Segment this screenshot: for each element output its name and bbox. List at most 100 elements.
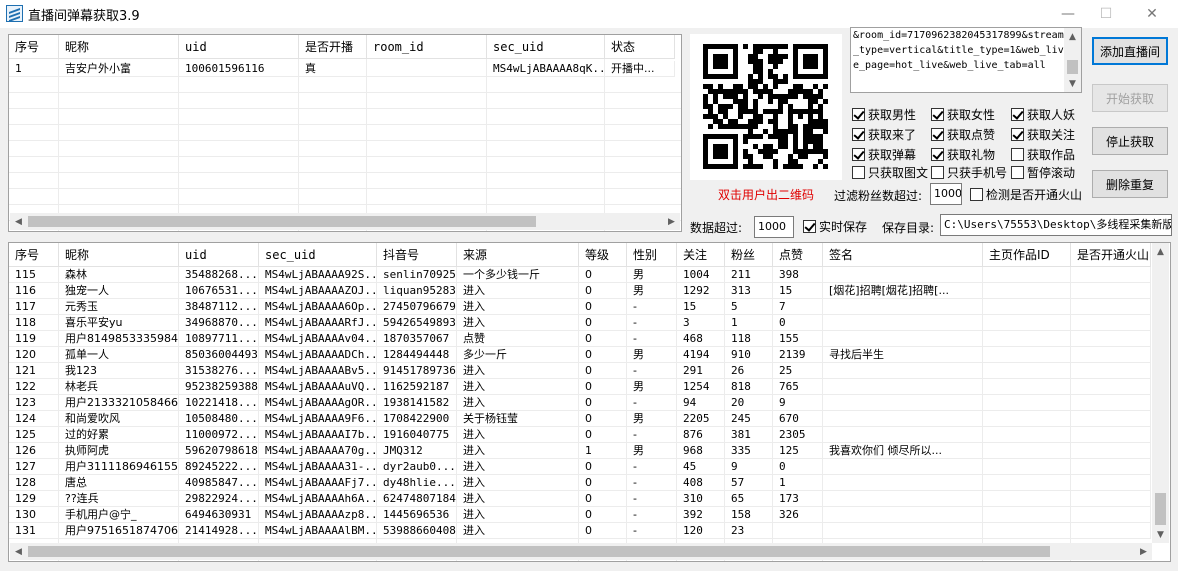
option-checkbox[interactable]: 获取来了 <box>852 126 916 142</box>
scroll-down-icon[interactable]: ▼ <box>1152 526 1169 543</box>
column-header[interactable]: 序号 <box>9 243 59 267</box>
option-checkbox[interactable]: 只获手机号 <box>931 164 1007 180</box>
column-header[interactable]: 昵称 <box>59 35 179 59</box>
realtime-save-checkbox[interactable]: 实时保存 <box>803 218 867 234</box>
column-header[interactable]: 点赞 <box>773 243 823 267</box>
table-row[interactable]: 118 喜乐平安yu 34968870... MS4wLjABAAAARfJ... 59… <box>9 315 1170 331</box>
scroll-up-icon[interactable]: ▲ <box>1152 243 1169 260</box>
qr-module <box>768 134 773 139</box>
add-room-button[interactable]: 添加直播间 <box>1092 37 1168 65</box>
room-url-textbox[interactable]: &room_id=7170962382045317899&stream_type… <box>850 27 1082 93</box>
checkbox-box[interactable] <box>931 107 944 121</box>
table-row[interactable]: 119 用户8149853335984 10897711... MS4wLjABAAA… <box>9 331 1170 347</box>
option-checkbox[interactable]: 暂停滚动 <box>1011 164 1075 180</box>
table-cell: - <box>627 315 677 331</box>
column-header[interactable]: 是否开通火山 <box>1071 243 1151 267</box>
option-checkbox[interactable]: 获取点赞 <box>931 126 995 142</box>
scroll-left-icon[interactable]: ◀ <box>10 543 27 560</box>
checkbox-box[interactable] <box>852 147 865 161</box>
table-row[interactable]: 115 森林 35488268... MS4wLjABAAAA92S... senlin… <box>9 267 1170 283</box>
table-row[interactable]: 120 孤单一人 85036004493 MS4wLjABAAAADCh... 1284… <box>9 347 1170 363</box>
column-header[interactable]: 昵称 <box>59 243 179 267</box>
table-row[interactable]: 129 ??连兵 29822924... MS4wLjABAAAAh6A... 6247… <box>9 491 1170 507</box>
column-header[interactable]: 是否开播 <box>299 35 367 59</box>
column-header[interactable]: 状态 <box>605 35 675 59</box>
column-header[interactable]: sec_uid <box>487 35 605 59</box>
checkbox-box[interactable] <box>1011 107 1024 121</box>
column-header[interactable]: 来源 <box>457 243 579 267</box>
column-header[interactable]: sec_uid <box>259 243 377 267</box>
table-cell <box>983 427 1071 443</box>
column-header[interactable]: uid <box>179 243 259 267</box>
table-row[interactable]: 126 执师阿虎 59620798618 MS4wLjABAAAA70g... JMQ3… <box>9 443 1170 459</box>
rooms-horizontal-scrollbar[interactable]: ◀ ▶ <box>10 213 680 230</box>
option-checkbox[interactable]: 获取弹幕 <box>852 146 916 162</box>
option-checkbox[interactable]: 获取关注 <box>1011 126 1075 142</box>
url-vertical-scrollbar[interactable]: ▲ ▼ <box>1064 28 1081 92</box>
fans-filter-input[interactable]: 1000 <box>930 183 962 205</box>
data-limit-input[interactable]: 1000 <box>754 216 794 238</box>
checkbox-box[interactable] <box>1011 165 1024 179</box>
table-row[interactable]: 116 独宠一人 10676531... MS4wLjABAAAAZOJ... liqu… <box>9 283 1170 299</box>
table-row[interactable]: 123 用户2133321058466 10221418... MS4wLjABAAA… <box>9 395 1170 411</box>
scrollbar-thumb[interactable] <box>1155 493 1166 525</box>
qr-code[interactable] <box>690 34 842 180</box>
table-row[interactable]: 130 手机用户@宁_ 6494630931 MS4wLjABAAAAzp8... 14… <box>9 507 1170 523</box>
checkbox-box[interactable] <box>931 127 944 141</box>
table-cell: - <box>627 507 677 523</box>
checkbox-box[interactable] <box>931 165 944 179</box>
column-header[interactable]: 抖音号 <box>377 243 457 267</box>
users-horizontal-scrollbar[interactable]: ◀ ▶ <box>10 543 1152 560</box>
column-header[interactable]: 粉丝 <box>725 243 773 267</box>
checkbox-box[interactable] <box>931 147 944 161</box>
table-row[interactable]: 124 和尚爱吹风 10508480... MS4wLjABAAAA9F6... 170… <box>9 411 1170 427</box>
rooms-table[interactable]: 序号 昵称 uid 是否开播 room_id sec_uid 状态 1 吉安户外小富 10060… <box>8 34 682 232</box>
table-cell: 我喜欢你们 倾尽所以... <box>823 443 983 459</box>
option-checkbox[interactable]: 获取男性 <box>852 106 916 122</box>
save-dir-input[interactable]: C:\Users\75553\Desktop\多线程采集新版3 <box>940 214 1172 236</box>
table-row[interactable]: 1 吉安户外小富 100601596116 真 MS4wLjABAAAA8qK... 开播… <box>9 61 681 77</box>
option-checkbox[interactable]: 获取作品 <box>1011 146 1075 162</box>
column-header[interactable]: 性别 <box>627 243 677 267</box>
checkbox-box[interactable] <box>970 187 983 201</box>
close-icon[interactable]: ✕ <box>1130 0 1174 28</box>
scroll-left-icon[interactable]: ◀ <box>10 213 27 230</box>
option-checkbox[interactable]: 获取人妖 <box>1011 106 1075 122</box>
column-header[interactable]: 主页作品ID <box>983 243 1071 267</box>
users-table[interactable]: 序号 昵称 uid sec_uid 抖音号 来源 等级 性别 关注 粉丝 点赞 签名 主页作品ID 是否开… <box>8 242 1171 562</box>
option-checkbox[interactable]: 只获取图文 <box>852 164 928 180</box>
column-header[interactable]: 等级 <box>579 243 627 267</box>
column-header[interactable]: 序号 <box>9 35 59 59</box>
stop-button[interactable]: 停止获取 <box>1092 127 1168 155</box>
checkbox-box[interactable] <box>803 219 816 233</box>
checkbox-box[interactable] <box>852 107 865 121</box>
users-vertical-scrollbar[interactable]: ▲ ▼ <box>1152 243 1169 543</box>
delete-duplicates-button[interactable]: 删除重复 <box>1092 170 1168 198</box>
table-row[interactable]: 127 用户3111186946155 89245222... MS4wLjABAAA… <box>9 459 1170 475</box>
column-header[interactable]: 关注 <box>677 243 725 267</box>
table-cell: 森林 <box>59 267 179 283</box>
checkbox-box[interactable] <box>852 127 865 141</box>
option-checkbox[interactable]: 获取礼物 <box>931 146 995 162</box>
scroll-right-icon[interactable]: ▶ <box>1135 543 1152 560</box>
column-header[interactable]: uid <box>179 35 299 59</box>
scroll-up-icon[interactable]: ▲ <box>1064 28 1081 45</box>
table-row[interactable]: 131 用户9751651874706 21414928... MS4wLjABAAA… <box>9 523 1170 539</box>
scroll-down-icon[interactable]: ▼ <box>1064 75 1081 92</box>
checkbox-box[interactable] <box>1011 127 1024 141</box>
column-header[interactable]: 签名 <box>823 243 983 267</box>
table-row[interactable]: 128 唐总 40985847... MS4wLjABAAAAFj7... dy48hl… <box>9 475 1170 491</box>
table-row[interactable]: 121 我123 31538276... MS4wLjABAAAABv5... 9145… <box>9 363 1170 379</box>
scrollbar-thumb[interactable] <box>28 546 1050 557</box>
scroll-right-icon[interactable]: ▶ <box>663 213 680 230</box>
table-row[interactable]: 125 过的好累 11000972... MS4wLjABAAAAI7b... 1916… <box>9 427 1170 443</box>
scrollbar-thumb[interactable] <box>28 216 536 227</box>
table-row[interactable]: 122 林老兵 95238259388 MS4wLjABAAAAuVQ... 11625… <box>9 379 1170 395</box>
scrollbar-thumb[interactable] <box>1067 60 1078 74</box>
check-huoshan-checkbox[interactable]: 检测是否开通火山 <box>970 186 1082 202</box>
checkbox-box[interactable] <box>852 165 865 179</box>
table-row[interactable]: 117 元秀玉 38487112... MS4wLjABAAAA6Op... 27450… <box>9 299 1170 315</box>
column-header[interactable]: room_id <box>367 35 487 59</box>
option-checkbox[interactable]: 获取女性 <box>931 106 995 122</box>
checkbox-box[interactable] <box>1011 147 1024 161</box>
